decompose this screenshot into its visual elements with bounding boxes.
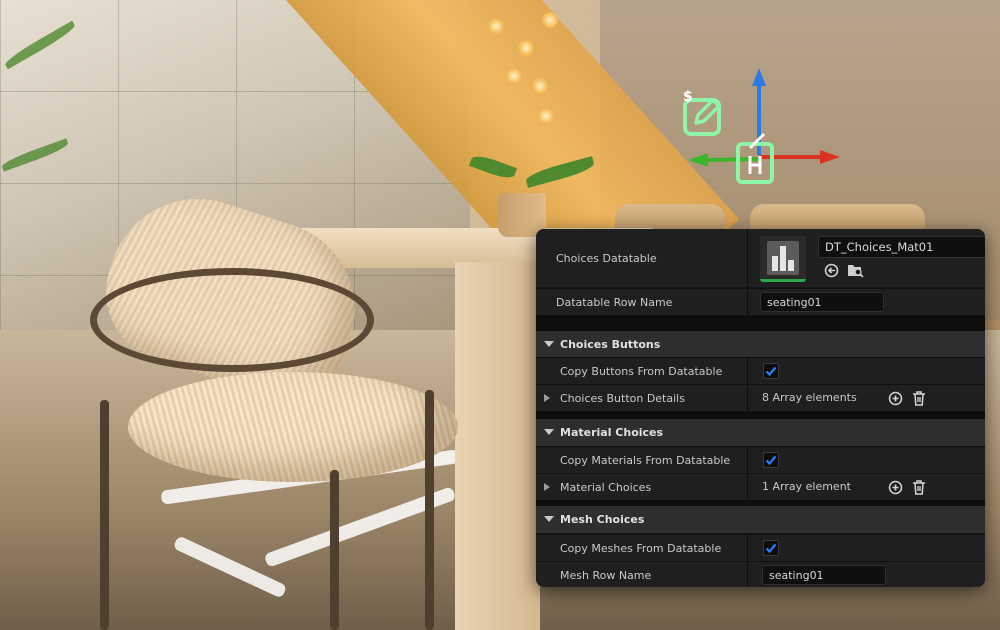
- asset-picker-combo[interactable]: DT_Choices_Mat01: [818, 236, 985, 258]
- choices-datatable-value: DT_Choices_Mat01: [748, 229, 985, 287]
- asset-thumbnail[interactable]: [760, 236, 806, 282]
- orchid-flower: [542, 12, 558, 28]
- datatable-row-name-label: Datatable Row Name: [556, 295, 673, 309]
- copy-buttons-value: [748, 358, 985, 384]
- chair-seat[interactable]: [128, 372, 458, 482]
- orchid-flower: [488, 18, 504, 34]
- material-choices-value: 1 Array element: [748, 474, 985, 500]
- choices-button-details-label: Choices Button Details: [560, 391, 685, 405]
- add-element-icon[interactable]: [886, 478, 904, 496]
- edit-marker-glyph: $: [683, 89, 693, 105]
- section-title: Mesh Choices: [560, 513, 645, 526]
- datatable-row-name-row: Datatable Row Name seating01: [536, 288, 985, 315]
- mesh-row-name-row: Mesh Row Name seating01: [536, 561, 985, 587]
- mesh-row-name-value: seating01: [748, 562, 985, 587]
- copy-meshes-checkbox[interactable]: [763, 540, 779, 556]
- chair-leg: [425, 390, 434, 630]
- section-title: Choices Buttons: [560, 337, 661, 351]
- choices-datatable-row: Choices Datatable DT_Choices_Mat01: [536, 229, 985, 287]
- checkmark-icon: [765, 366, 777, 377]
- chair-leg: [100, 400, 109, 630]
- use-selected-arrow-icon[interactable]: [822, 261, 840, 279]
- checkmark-icon: [765, 543, 777, 554]
- table-leg: [455, 262, 540, 630]
- mesh-row-name-label: Mesh Row Name: [560, 568, 652, 582]
- add-element-icon[interactable]: [886, 389, 904, 407]
- trash-icon[interactable]: [910, 478, 928, 496]
- details-panel: Choices Datatable DT_Choices_Mat01 Datat…: [536, 229, 985, 587]
- material-choices-row[interactable]: Material Choices 1 Array element: [536, 473, 985, 500]
- copy-materials-label: Copy Materials From Datatable: [560, 453, 731, 467]
- y-axis-arrow[interactable]: [688, 153, 708, 167]
- orchid-flower: [506, 68, 522, 84]
- datatable-chart-icon: [767, 240, 799, 275]
- copy-materials-value: [748, 447, 985, 473]
- copy-meshes-value: [748, 535, 985, 561]
- copy-materials-row: Copy Materials From Datatable: [536, 446, 985, 473]
- section-material-choices[interactable]: Material Choices: [536, 419, 985, 446]
- array-count: 1 Array element: [762, 480, 851, 493]
- section-spacer: [536, 315, 985, 331]
- section-spacer: [536, 411, 985, 419]
- copy-meshes-row: Copy Meshes From Datatable: [536, 534, 985, 561]
- array-count: 8 Array elements: [762, 391, 857, 404]
- trash-icon[interactable]: [910, 389, 928, 407]
- section-choices-buttons[interactable]: Choices Buttons: [536, 331, 985, 357]
- choices-button-details-value: 8 Array elements: [748, 385, 985, 411]
- z-axis-arrow[interactable]: [752, 68, 766, 86]
- browse-folder-icon[interactable]: [846, 261, 864, 279]
- datatable-row-name-input[interactable]: seating01: [760, 292, 884, 312]
- section-mesh-choices[interactable]: Mesh Choices: [536, 506, 985, 533]
- section-title: Material Choices: [560, 426, 664, 439]
- orchid-flower: [538, 108, 554, 124]
- transform-gizmo[interactable]: $: [680, 60, 850, 190]
- copy-materials-checkbox[interactable]: [763, 452, 779, 468]
- copy-buttons-row: Copy Buttons From Datatable: [536, 357, 985, 384]
- chair-leg: [330, 470, 339, 630]
- datatable-row-name-value: seating01: [748, 289, 985, 315]
- x-axis-arrow[interactable]: [820, 150, 840, 164]
- orchid-flower: [532, 78, 548, 94]
- material-choices-label: Material Choices: [560, 480, 652, 494]
- edit-marker-icon[interactable]: $: [683, 89, 721, 136]
- copy-buttons-checkbox[interactable]: [763, 363, 779, 379]
- orchid-flower: [518, 40, 534, 56]
- chair-armrest-frame: [90, 268, 374, 372]
- mesh-row-name-input[interactable]: seating01: [762, 565, 886, 585]
- choices-datatable-label: Choices Datatable: [556, 251, 657, 265]
- copy-meshes-label: Copy Meshes From Datatable: [560, 541, 722, 555]
- choices-button-details-row[interactable]: Choices Button Details 8 Array elements: [536, 384, 985, 411]
- checkmark-icon: [765, 455, 777, 466]
- copy-buttons-label: Copy Buttons From Datatable: [560, 364, 723, 378]
